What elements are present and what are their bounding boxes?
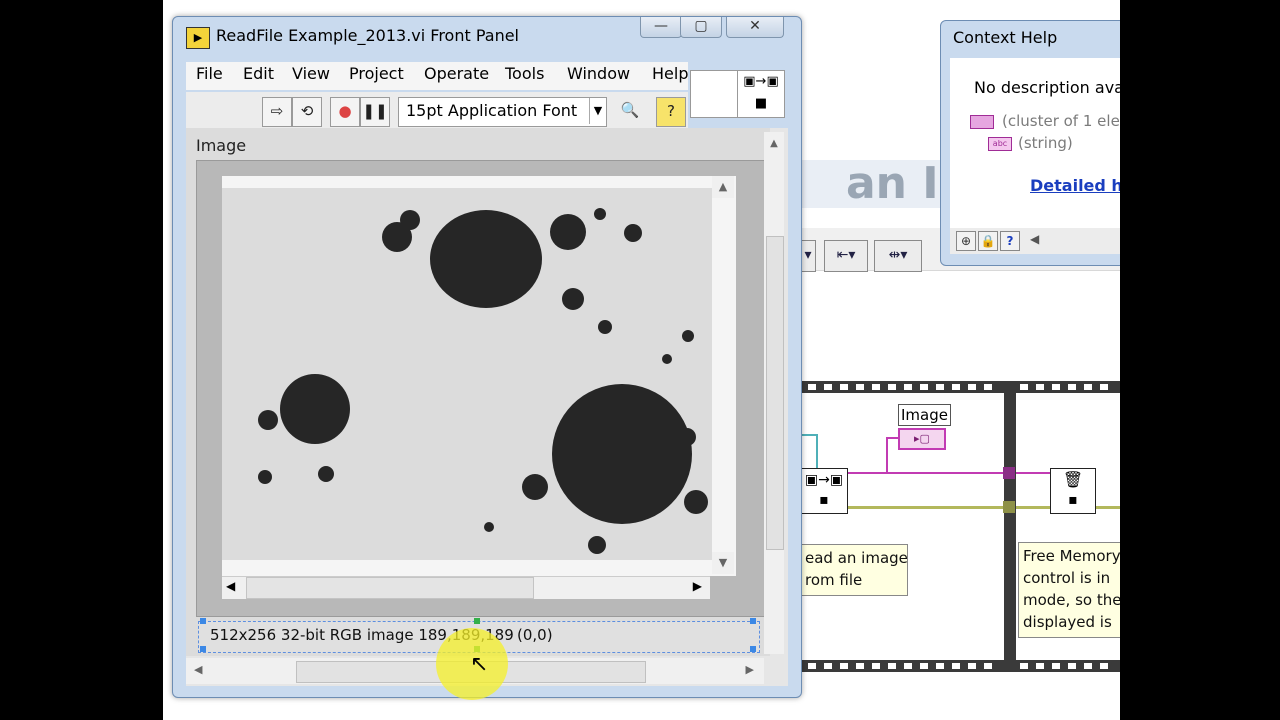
read-file-node[interactable]: ▣→▣ ▪ [800, 468, 848, 514]
pause-icon[interactable]: ❚❚ [360, 97, 390, 127]
show-optional-terminals-icon[interactable]: ⊕ [956, 231, 976, 251]
close-button[interactable]: ✕ [726, 17, 784, 38]
sequence-frame-top [800, 381, 1120, 393]
selection-handle[interactable] [750, 646, 756, 652]
minimize-button[interactable]: — [640, 17, 682, 38]
scroll-right-icon[interactable]: ▶ [693, 579, 702, 593]
scroll-up-icon[interactable]: ▲ [764, 132, 784, 149]
image-wire [1094, 506, 1120, 509]
abort-icon[interactable]: ● [330, 97, 360, 127]
vi-icon-pane [690, 70, 738, 118]
menu-file[interactable]: File [196, 64, 223, 83]
trash-icon: 🗑 [1062, 470, 1084, 489]
sequence-frame-divider [1004, 393, 1016, 660]
run-arrow-icon[interactable]: ⇨ [262, 97, 292, 127]
sequence-frame-bottom [800, 660, 1120, 672]
distribute-objects-button[interactable]: ⇹▾ [874, 240, 922, 272]
image-display[interactable] [222, 188, 712, 560]
string-wire [886, 437, 888, 473]
cluster-type-text: (cluster of 1 ele [1002, 112, 1120, 130]
align-objects-button[interactable]: ⇤▾ [824, 240, 868, 272]
free-memory-comment: Free Memory control is in mode, so the d… [1018, 542, 1126, 638]
font-selector[interactable]: 15pt Application Font ▼ [398, 97, 607, 127]
selection-handle[interactable] [200, 618, 206, 624]
string-wire [1016, 472, 1050, 474]
image-terminal-label: Image [898, 404, 951, 426]
path-wire [816, 434, 818, 470]
search-icon[interactable]: 🔍 [616, 97, 644, 125]
scroll-right-icon[interactable]: ▶ [746, 663, 754, 676]
tunnel-string [1003, 467, 1015, 479]
read-image-comment: ead an image rom file [800, 544, 908, 596]
context-help-title: Context Help [953, 28, 1058, 47]
detailed-help-link[interactable]: Detailed he [1030, 176, 1134, 195]
lock-icon[interactable]: 🔒 [978, 231, 998, 251]
context-help-description: No description ava [974, 78, 1124, 97]
resize-handle[interactable] [474, 618, 480, 624]
labview-vi-icon: ▶ [186, 27, 210, 49]
image-indicator-terminal[interactable]: ▸▢ [898, 428, 946, 450]
image-wire [846, 506, 1006, 509]
selection-handle[interactable] [200, 646, 206, 652]
dispose-image-node[interactable]: 🗑 ▪ [1050, 468, 1096, 514]
screen-border-right [1120, 0, 1280, 720]
connector-pane-icon: ▣→▣ ■ [737, 70, 785, 118]
image-scroll-up-button[interactable]: ▲ [712, 176, 734, 198]
image-coordinates: (0,0) [517, 626, 553, 644]
image-control-label: Image [196, 136, 247, 155]
string-wire [846, 472, 1006, 474]
cluster-type-icon [970, 115, 994, 129]
scroll-left-icon[interactable]: ◀ [194, 663, 202, 676]
menu-tools[interactable]: Tools [505, 64, 544, 83]
toolbar-button[interactable]: ▾ [800, 240, 816, 272]
chevron-down-icon: ▼ [589, 98, 606, 124]
menu-edit[interactable]: Edit [243, 64, 274, 83]
image-scrollbar-thumb[interactable] [246, 577, 534, 599]
image-wire [1016, 506, 1050, 509]
menu-view[interactable]: View [292, 64, 330, 83]
menu-project[interactable]: Project [349, 64, 404, 83]
menu-operate[interactable]: Operate [424, 64, 489, 83]
maximize-button[interactable]: ▢ [680, 17, 722, 38]
selection-handle[interactable] [750, 618, 756, 624]
tunnel-image [1003, 501, 1015, 513]
window-title: ReadFile Example_2013.vi Front Panel [216, 26, 519, 45]
context-help-icon[interactable]: ? [656, 97, 686, 127]
menu-window[interactable]: Window [567, 64, 630, 83]
scroll-left-icon[interactable]: ◀ [226, 579, 235, 593]
scroll-left-icon[interactable]: ◀ [1030, 232, 1039, 246]
string-type-text: (string) [1018, 134, 1073, 152]
panel-vertical-thumb[interactable] [766, 236, 784, 550]
help-icon[interactable]: ? [1000, 231, 1020, 251]
mouse-cursor-icon: ↖ [470, 652, 489, 677]
string-type-icon: abc [988, 137, 1012, 151]
run-continuously-icon[interactable]: ⟲ [292, 97, 322, 127]
menu-help[interactable]: Help [652, 64, 688, 83]
image-scroll-down-button[interactable]: ▼ [712, 552, 734, 574]
